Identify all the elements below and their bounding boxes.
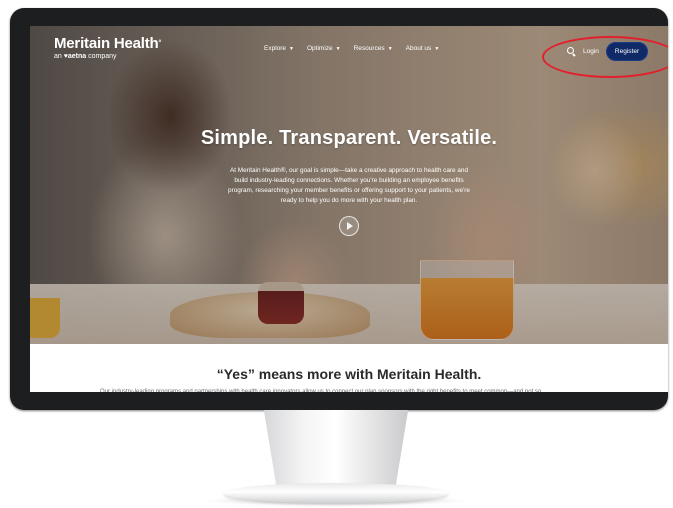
nav-about-us[interactable]: About us ▼ <box>406 45 440 52</box>
monitor-stand-neck <box>263 410 409 490</box>
chevron-down-icon: ▼ <box>335 45 341 52</box>
section-paragraph: Our industry-leading programs and partne… <box>100 389 542 392</box>
aetna-logo: aetna <box>67 53 87 60</box>
brand-logo[interactable]: Meritain Health° an ♥aetna company <box>54 36 161 61</box>
monitor-stand-base <box>224 483 448 503</box>
nav-optimize[interactable]: Optimize ▼ <box>307 45 341 52</box>
chevron-down-icon: ▼ <box>289 45 294 52</box>
brand-registered-mark: ° <box>158 40 162 47</box>
section-heading: “Yes” means more with Meritain Health. <box>216 366 482 382</box>
brand-tagline: an ♥aetna company <box>54 53 117 60</box>
nav-explore[interactable]: Explore ▼ <box>264 45 294 52</box>
chevron-down-icon: ▼ <box>387 45 393 52</box>
website-screen: Meritain Health° an ♥aetna company Explo… <box>30 26 668 392</box>
hero-banner: Meritain Health° an ♥aetna company Explo… <box>30 26 668 344</box>
chevron-down-icon: ▼ <box>434 45 440 52</box>
main-nav: Explore ▼ Optimize ▼ Resources ▼ About us ▼ <box>264 45 439 52</box>
play-video-icon[interactable] <box>339 216 359 236</box>
hero-description: At Meritain Health®, our goal is simple—… <box>228 167 470 204</box>
nav-resources[interactable]: Resources ▼ <box>354 45 393 52</box>
monitor-frame: Meritain Health° an ♥aetna company Explo… <box>10 8 668 410</box>
hero-title: Simple. Transparent. Versatile. <box>200 127 498 149</box>
highlight-annotation-ring <box>542 36 668 78</box>
brand-name: Meritain Health <box>54 35 159 52</box>
